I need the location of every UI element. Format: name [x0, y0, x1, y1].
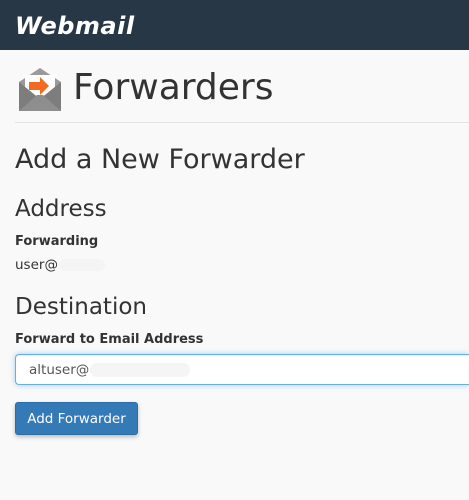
add-forwarder-heading: Add a New Forwarder: [15, 144, 305, 175]
page-title: Forwarders: [73, 67, 274, 108]
envelope-forward-icon: [19, 68, 61, 111]
redacted-domain: [58, 259, 105, 271]
forwarding-label: Forwarding: [15, 234, 99, 249]
address-heading: Address: [15, 196, 107, 222]
destination-heading: Destination: [15, 294, 147, 320]
forward-to-email-text: altuser@: [29, 362, 90, 378]
top-bar: Webmail: [0, 0, 469, 50]
page-header: Forwarders: [15, 62, 469, 123]
forward-to-email-label: Forward to Email Address: [15, 332, 204, 347]
forwarding-value: user@: [15, 257, 105, 274]
redacted-domain: [90, 363, 191, 377]
forward-to-email-value: altuser@: [29, 362, 191, 379]
add-forwarder-button[interactable]: Add Forwarder: [15, 402, 138, 435]
forwarding-address-text: user@: [15, 257, 58, 273]
webmail-logo[interactable]: Webmail: [15, 12, 135, 40]
forward-to-email-input[interactable]: altuser@: [15, 354, 469, 385]
